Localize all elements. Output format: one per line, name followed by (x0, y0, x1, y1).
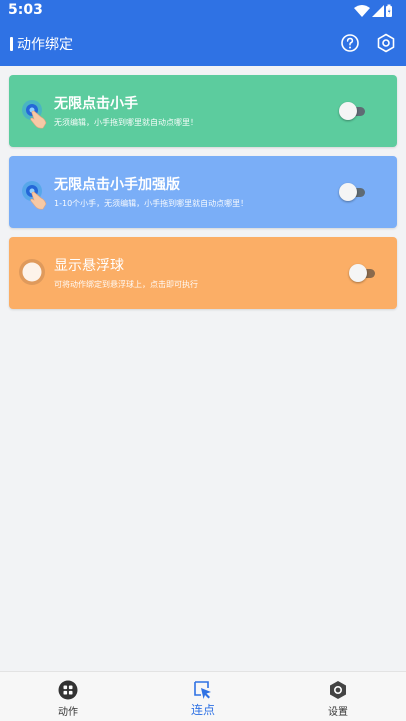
floating-ball-toggle[interactable] (347, 264, 379, 282)
app-header: 5:03 动作绑定 (0, 0, 406, 66)
card-infinite-click-hand[interactable]: 无限点击小手 无须编辑，小手拖到哪里就自动点哪里！ (9, 75, 397, 147)
nav-tab-combo-click[interactable]: 连点 (153, 672, 253, 721)
bottom-nav: 动作 连点 设置 (0, 671, 406, 721)
cursor-icon (194, 681, 211, 699)
wifi-icon (354, 5, 370, 17)
toggle-knob (339, 183, 357, 201)
tap-hand-icon (22, 100, 47, 129)
page-title: 动作绑定 (17, 37, 73, 53)
card-title: 显示悬浮球 (54, 258, 124, 274)
status-icons (354, 4, 392, 17)
infinite-click-pro-toggle[interactable] (337, 183, 369, 201)
infinite-click-toggle[interactable] (337, 102, 369, 120)
card-title: 无限点击小手加强版 (54, 177, 180, 193)
card-title: 无限点击小手 (54, 96, 138, 112)
nav-label: 动作 (58, 707, 78, 718)
signal-icon (372, 5, 384, 17)
nav-label: 连点 (190, 703, 215, 717)
card-floating-ball[interactable]: 显示悬浮球 可将动作绑定到悬浮球上，点击即可执行 (9, 237, 397, 309)
nav-tab-actions[interactable]: 动作 (18, 672, 118, 721)
floating-ball-icon (19, 259, 45, 285)
grid-icon (58, 680, 78, 700)
card-subtitle: 可将动作绑定到悬浮球上，点击即可执行 (54, 280, 198, 289)
nav-label: 设置 (328, 707, 348, 718)
title-bar: 动作绑定 (0, 30, 406, 58)
card-subtitle: 1-10个小手，无须编辑，小手拖到哪里就自动点哪里！ (54, 199, 249, 208)
battery-icon (386, 4, 392, 17)
status-time: 5:03 (8, 2, 43, 18)
toggle-knob (339, 102, 357, 120)
card-subtitle: 无须编辑，小手拖到哪里就自动点哪里！ (54, 118, 198, 127)
help-icon[interactable] (339, 32, 361, 54)
tap-hand-icon (22, 181, 47, 210)
hex-gear-icon (330, 681, 346, 699)
settings-icon[interactable] (375, 32, 397, 54)
nav-tab-settings[interactable]: 设置 (288, 672, 388, 721)
toggle-knob (349, 264, 367, 282)
title-accent-bar (10, 37, 13, 51)
card-infinite-click-hand-pro[interactable]: 无限点击小手加强版 1-10个小手，无须编辑，小手拖到哪里就自动点哪里！ (9, 156, 397, 228)
